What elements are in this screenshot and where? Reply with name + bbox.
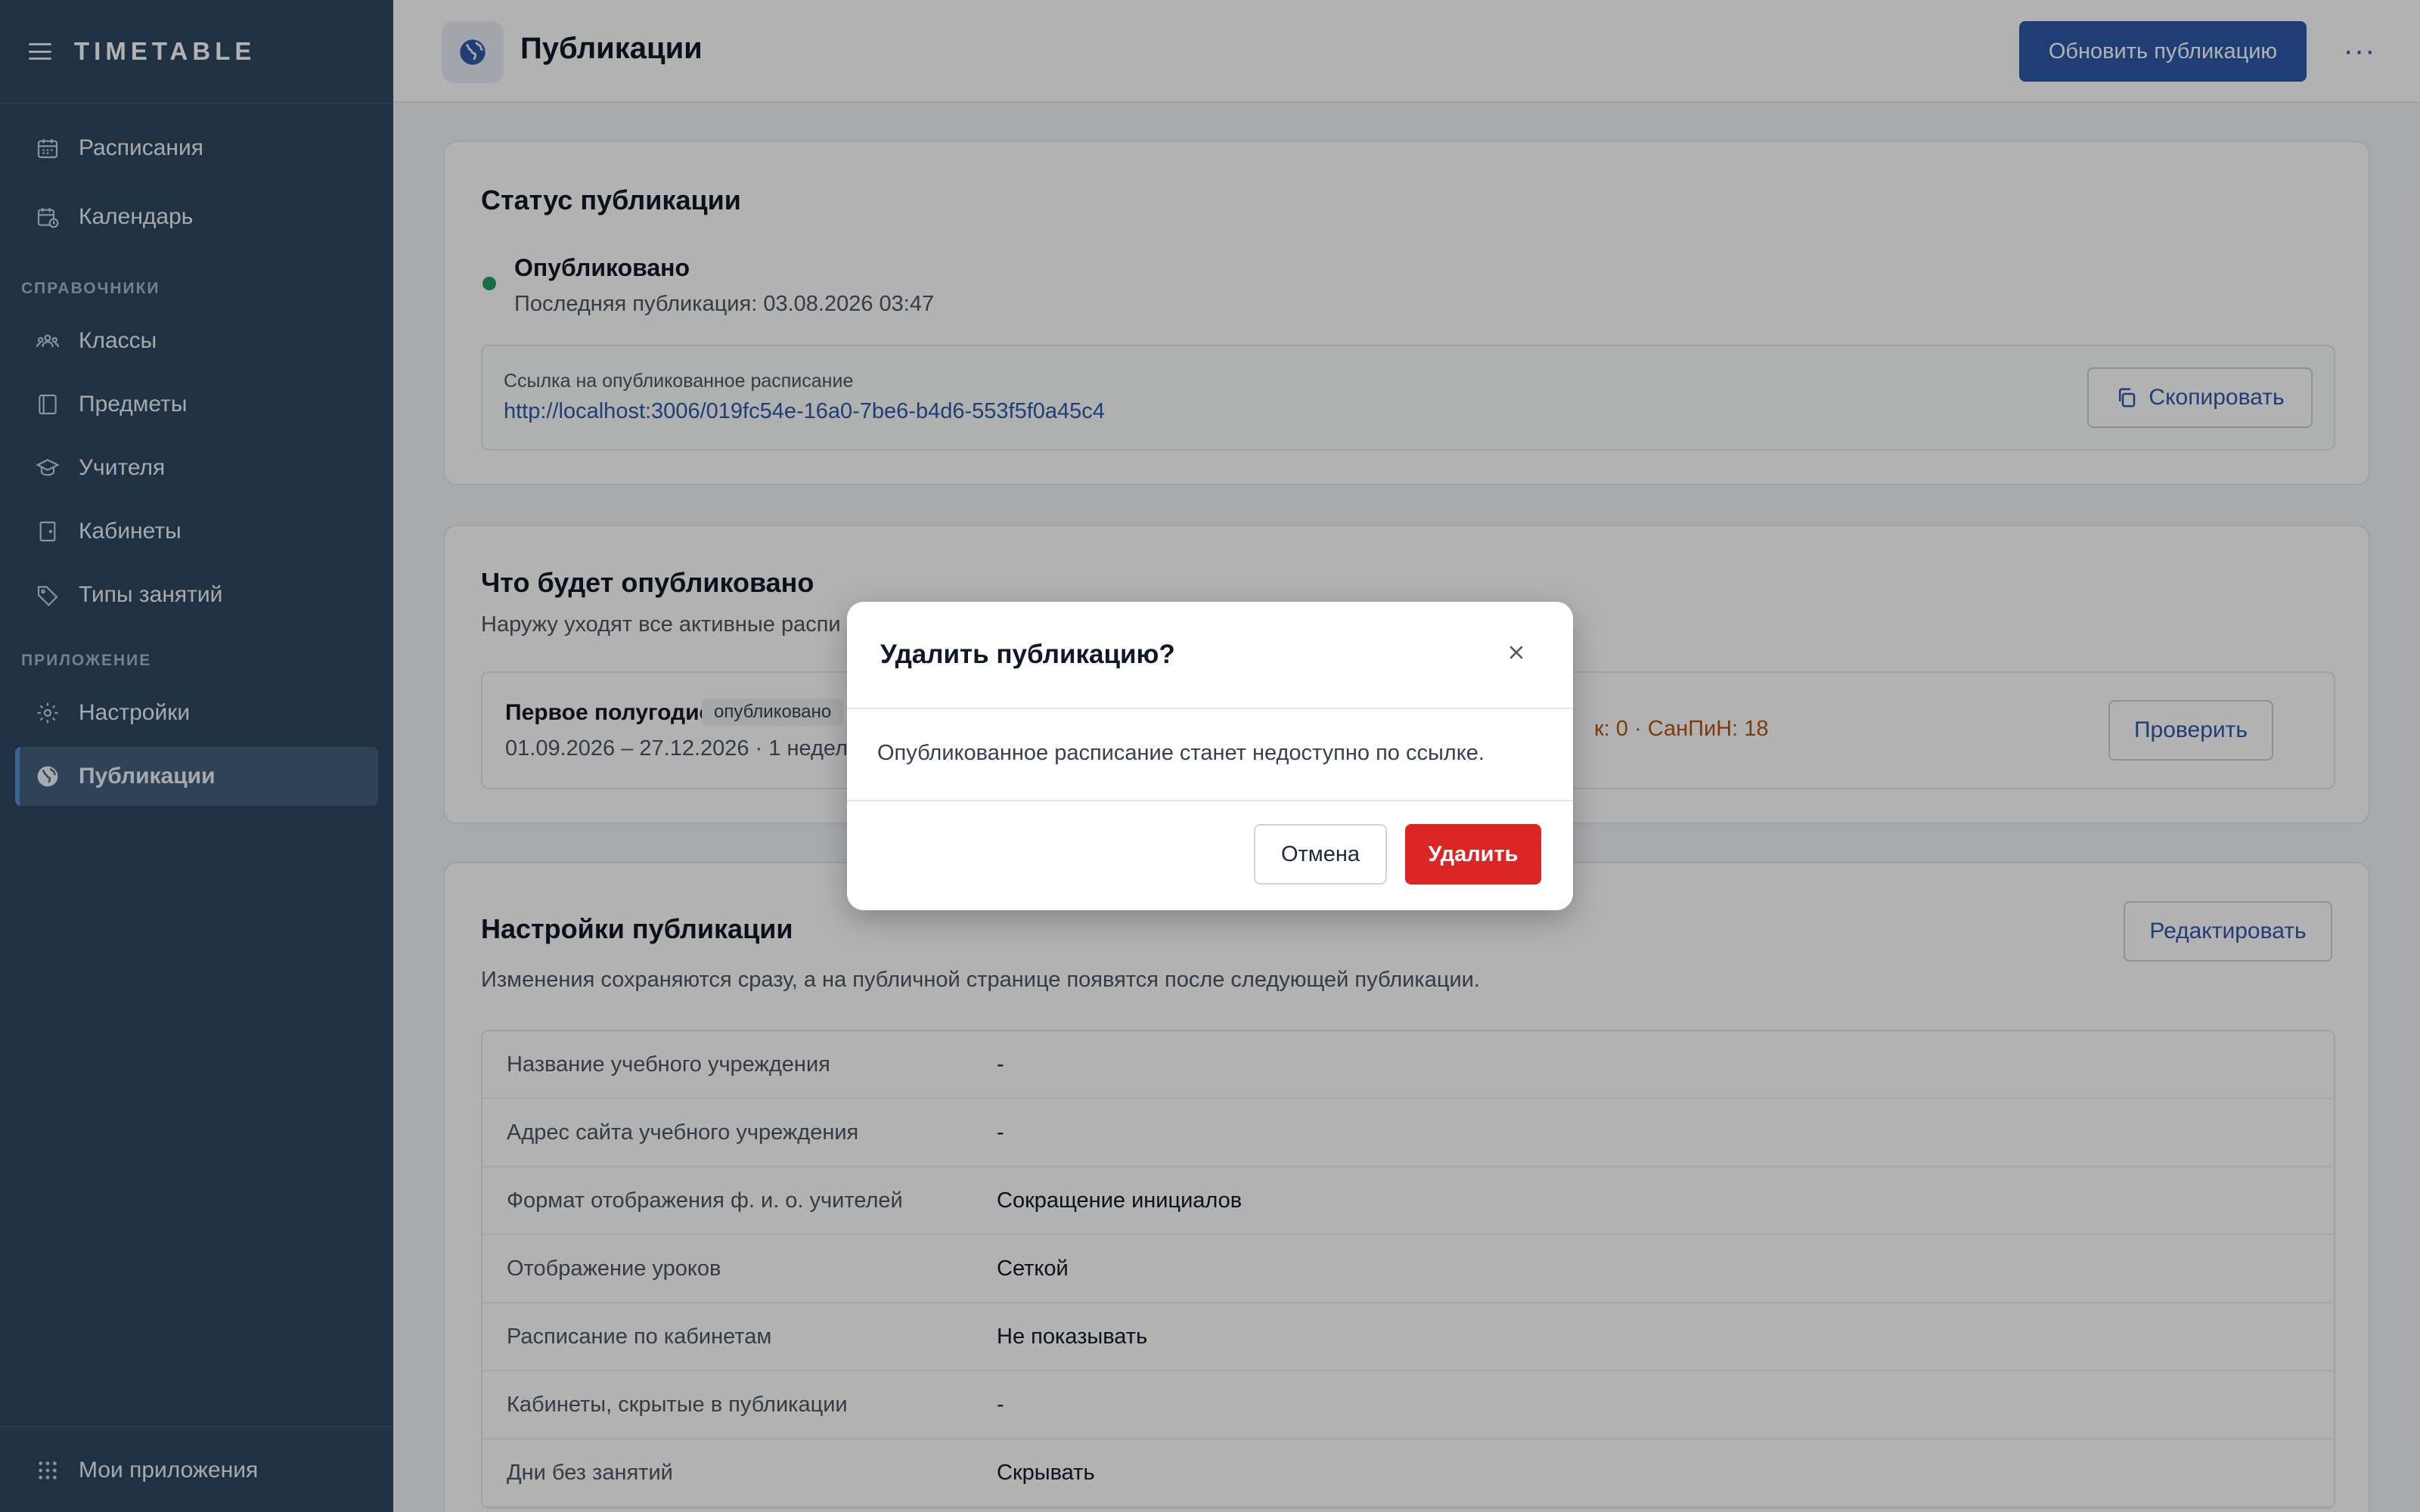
- divider: [847, 708, 1573, 709]
- divider: [847, 800, 1573, 801]
- delete-publication-dialog: Удалить публикацию? Опубликованное распи…: [847, 602, 1573, 910]
- close-icon[interactable]: [1497, 634, 1535, 671]
- cancel-button[interactable]: Отмена: [1254, 824, 1387, 885]
- dialog-message: Опубликованное расписание станет недосту…: [877, 741, 1485, 765]
- delete-button[interactable]: Удалить: [1405, 824, 1541, 885]
- dialog-title: Удалить публикацию?: [880, 640, 1175, 669]
